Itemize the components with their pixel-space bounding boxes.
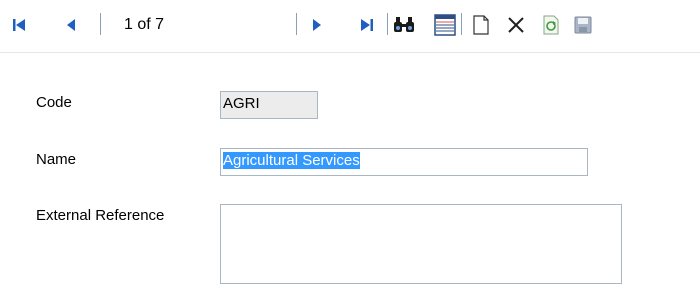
last-record-icon[interactable] bbox=[356, 14, 378, 36]
first-record-icon[interactable] bbox=[8, 14, 30, 36]
record-toolbar: 1 of 7 bbox=[0, 0, 700, 52]
external-reference-field[interactable] bbox=[220, 204, 622, 284]
name-value: Agricultural Services bbox=[223, 152, 360, 169]
toolbar-separator bbox=[387, 13, 388, 35]
previous-record-icon[interactable] bbox=[60, 14, 82, 36]
name-field[interactable]: Agricultural Services bbox=[220, 148, 588, 176]
toolbar-separator bbox=[461, 13, 462, 35]
code-field: AGRI bbox=[220, 91, 318, 119]
copy-record-icon[interactable] bbox=[540, 14, 562, 36]
save-icon[interactable] bbox=[572, 14, 594, 36]
name-label: Name bbox=[36, 151, 77, 168]
toolbar-separator bbox=[296, 13, 297, 35]
list-view-icon[interactable] bbox=[434, 14, 456, 36]
code-label: Code bbox=[36, 94, 72, 111]
external-reference-label: External Reference bbox=[36, 207, 165, 224]
toolbar-separator bbox=[100, 13, 101, 35]
next-record-icon[interactable] bbox=[306, 14, 328, 36]
toolbar-divider bbox=[0, 52, 700, 53]
new-record-icon[interactable] bbox=[470, 14, 492, 36]
delete-icon[interactable] bbox=[505, 14, 527, 36]
find-icon[interactable] bbox=[393, 14, 415, 36]
record-position: 1 of 7 bbox=[124, 16, 165, 33]
code-value: AGRI bbox=[223, 95, 260, 112]
